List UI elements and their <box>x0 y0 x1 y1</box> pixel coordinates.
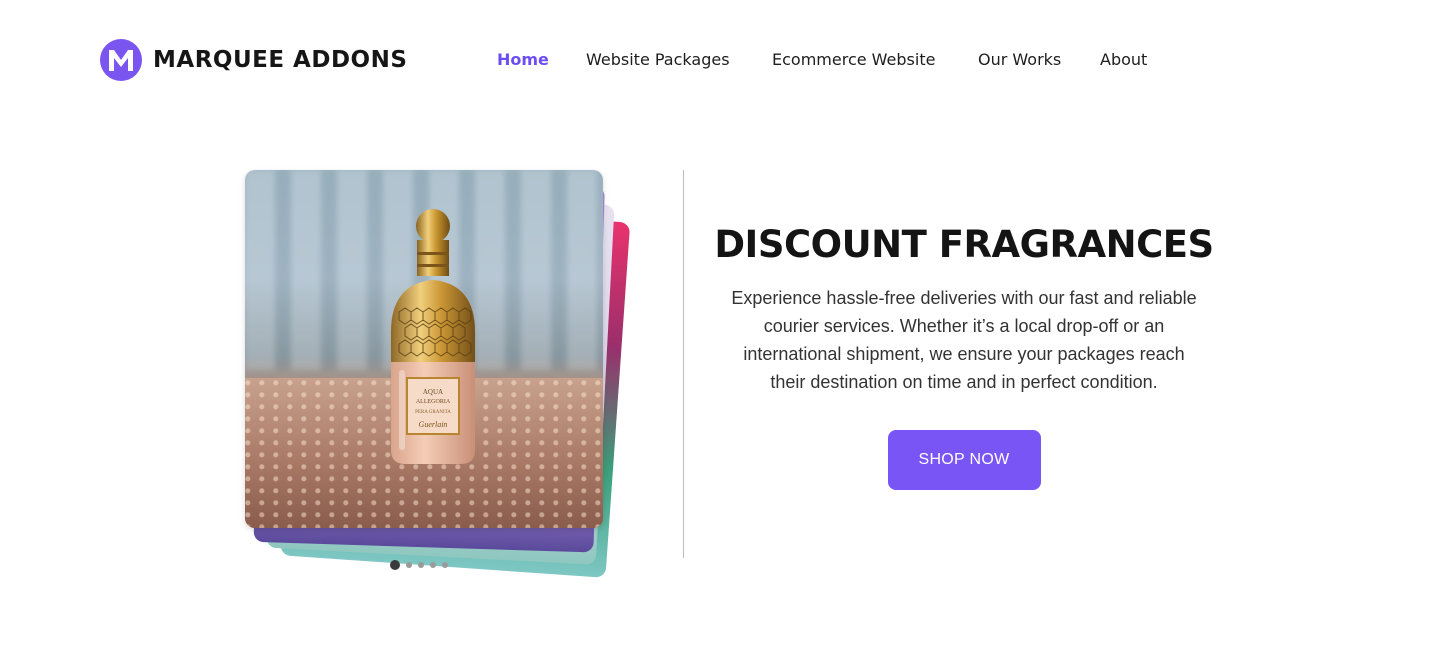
slider-dot-2[interactable] <box>406 562 412 568</box>
brand-name: MARQUEE ADDONS <box>153 47 408 73</box>
nav-item-about[interactable]: About <box>1100 49 1147 71</box>
nav-item-our-works[interactable]: Our Works <box>978 49 1061 71</box>
slider-dot-4[interactable] <box>430 562 436 568</box>
logo-m-icon <box>100 39 142 81</box>
brand-logo[interactable]: MARQUEE ADDONS <box>100 39 407 81</box>
hero-title: DISCOUNT FRAGRANCES <box>714 223 1214 266</box>
hero-description: Experience hassle-free deliveries with o… <box>731 288 1197 392</box>
bottle-label-signature: Guerlain <box>419 420 448 429</box>
vertical-divider <box>683 170 684 558</box>
slider-dot-1[interactable] <box>390 560 400 570</box>
perfume-bottle-image: AQUA ALLEGORIA PERA GRANITA Guerlain <box>391 209 475 464</box>
nav-item-ecommerce-website[interactable]: Ecommerce Website <box>772 49 935 71</box>
nav-item-website-packages[interactable]: Website Packages <box>586 49 730 71</box>
shop-now-button[interactable]: SHOP NOW <box>887 430 1041 490</box>
slider-pagination <box>390 559 454 571</box>
nav-item-home[interactable]: Home <box>497 49 549 71</box>
image-slider[interactable]: AQUA ALLEGORIA PERA GRANITA Guerlain <box>245 170 645 590</box>
slide-image-perfume: AQUA ALLEGORIA PERA GRANITA Guerlain <box>245 170 603 528</box>
slider-dot-5[interactable] <box>442 562 448 568</box>
slider-dot-3[interactable] <box>418 562 424 568</box>
bottle-label-line3: PERA GRANITA <box>415 410 451 415</box>
bottle-label-line2: ALLEGORIA <box>416 399 451 405</box>
hero-content: DISCOUNT FRAGRANCES Experience hassle-fr… <box>714 222 1214 490</box>
bottle-label-line1: AQUA <box>423 388 443 396</box>
